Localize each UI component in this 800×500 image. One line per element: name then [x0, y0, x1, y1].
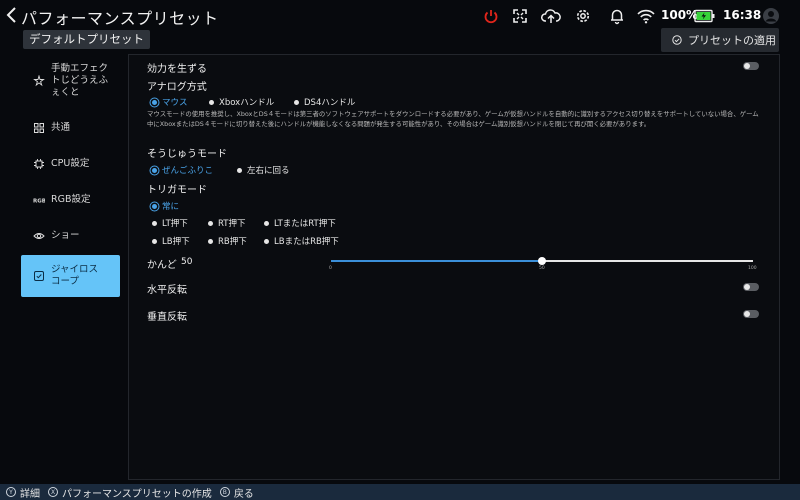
- sidebar-item-show[interactable]: ショー: [21, 223, 120, 249]
- eye-icon: [33, 233, 45, 239]
- radio-label: LBまたはRB押下: [274, 237, 339, 247]
- radio-dot: [264, 238, 269, 244]
- radio-label: 常に: [162, 202, 180, 212]
- sidebar-item-rgb[interactable]: RGB RGB設定: [21, 187, 120, 213]
- radio-dot: [208, 238, 213, 244]
- radio-dot: [152, 220, 157, 226]
- enable-toggle[interactable]: [743, 62, 759, 70]
- rgb-icon: RGB: [33, 199, 45, 205]
- radio-label: LB押下: [162, 237, 190, 247]
- analog-option-ds4[interactable]: DS4ハンドル: [294, 96, 355, 108]
- radio-dot: [152, 99, 157, 105]
- trigger-option-lb[interactable]: LB押下: [152, 235, 190, 247]
- trigger-option-rb[interactable]: RB押下: [208, 235, 247, 247]
- radio-dot: [208, 220, 213, 226]
- sidebar-item-label: CPU設定: [51, 158, 90, 169]
- footer-details[interactable]: Y 詳細: [6, 485, 40, 500]
- radio-label: 左右に回る: [247, 166, 290, 176]
- trigger-mode-title: トリガモード: [147, 185, 207, 196]
- x-button-icon: X: [48, 487, 58, 497]
- footer-bar: Y 詳細 X パフォーマンスプリセットの作成 B 戻る: [0, 484, 800, 500]
- analog-mode-description: マウスモードの使用を推奨し、XboxとDS４モードは第三者のソフトウェアサポート…: [147, 110, 759, 128]
- sensitivity-label: かんど: [147, 260, 177, 271]
- radio-label: LTまたはRT押下: [274, 219, 336, 229]
- sensitivity-slider[interactable]: [331, 257, 753, 265]
- gear-icon[interactable]: [574, 7, 592, 25]
- trigger-option-always[interactable]: 常に: [152, 200, 179, 212]
- sidebar-item-label: ジャイロスコープ: [51, 264, 99, 287]
- steer-option-front-back[interactable]: ぜんごふりこ: [152, 164, 213, 176]
- radio-label: RB押下: [218, 237, 247, 247]
- trigger-option-lb-or-rb[interactable]: LBまたはRB押下: [264, 235, 339, 247]
- sidebar-item-common[interactable]: 共通: [21, 115, 120, 141]
- sidebar-item-gyroscope[interactable]: ジャイロスコープ: [21, 255, 120, 297]
- horizontal-invert-label: 水平反転: [147, 285, 187, 296]
- sidebar-item-label: 手動エフェクトじどうえふぇくと: [51, 63, 109, 98]
- radio-dot: [152, 203, 157, 209]
- sidebar-item-label: ショー: [51, 230, 80, 241]
- b-button-icon: B: [219, 487, 230, 497]
- radio-label: マウス: [162, 98, 188, 108]
- wifi-icon: [637, 9, 655, 24]
- sensitivity-value: 50: [181, 257, 193, 267]
- radio-dot: [294, 99, 299, 105]
- sidebar-item-cpu[interactable]: CPU設定: [21, 151, 120, 177]
- analog-mode-title: アナログ方式: [147, 82, 207, 93]
- battery-percent: 100%: [661, 8, 699, 22]
- footer-label: 詳細: [20, 488, 40, 500]
- clock: 16:38: [723, 8, 762, 22]
- radio-dot: [264, 220, 269, 226]
- slider-tick-mid: 50: [539, 266, 545, 271]
- radio-dot: [152, 238, 157, 244]
- steer-option-left-right[interactable]: 左右に回る: [237, 164, 290, 176]
- footer-create-preset[interactable]: X パフォーマンスプリセットの作成: [48, 485, 212, 500]
- page-title: パフォーマンスプリセット: [21, 9, 219, 28]
- radio-label: ぜんごふりこ: [162, 166, 214, 176]
- enable-label: 効力を生ずる: [147, 64, 207, 75]
- trigger-option-lt[interactable]: LT押下: [152, 217, 188, 229]
- apply-preset-label: プリセットの適用: [688, 34, 776, 47]
- radio-dot: [152, 167, 157, 173]
- battery-icon: [694, 9, 715, 23]
- user-icon[interactable]: [762, 7, 780, 25]
- grid-icon: [34, 123, 44, 133]
- apply-preset-button[interactable]: プリセットの適用: [661, 28, 779, 52]
- sidebar-item-label: 共通: [51, 122, 71, 133]
- svg-text:RGB: RGB: [33, 199, 45, 205]
- slider-tick-min: 0: [329, 266, 332, 271]
- vertical-invert-toggle[interactable]: [743, 310, 759, 318]
- radio-label: RT押下: [218, 219, 246, 229]
- fullscreen-icon[interactable]: [511, 7, 529, 25]
- radio-dot: [209, 99, 214, 105]
- cloud-upload-icon[interactable]: [541, 7, 561, 25]
- footer-label: パフォーマンスプリセットの作成: [62, 488, 212, 500]
- radio-label: Xboxハンドル: [219, 98, 275, 108]
- sidebar-item-manual-effect[interactable]: 手動エフェクトじどうえふぇくと: [21, 58, 120, 104]
- steering-mode-title: そうじゅうモード: [147, 149, 227, 160]
- radio-label: DS4ハンドル: [304, 98, 356, 108]
- bell-icon[interactable]: [608, 7, 626, 25]
- footer-label: 戻る: [233, 488, 254, 500]
- gyroscope-icon: [34, 271, 44, 281]
- slider-thumb[interactable]: [538, 257, 546, 265]
- analog-option-xbox[interactable]: Xboxハンドル: [209, 96, 274, 108]
- footer-back[interactable]: B 戻る: [219, 485, 254, 500]
- cpu-icon: [34, 159, 44, 169]
- trigger-option-rt[interactable]: RT押下: [208, 217, 245, 229]
- slider-fill: [331, 260, 542, 262]
- preset-name-tag: デフォルトプリセット: [23, 30, 150, 49]
- radio-dot: [237, 167, 242, 173]
- back-icon[interactable]: [4, 5, 20, 25]
- analog-option-mouse[interactable]: マウス: [152, 96, 188, 108]
- manual-effect-icon: [33, 75, 45, 87]
- sidebar-item-label: RGB設定: [51, 194, 91, 205]
- y-button-icon: Y: [6, 487, 16, 497]
- slider-tick-max: 100: [748, 266, 757, 271]
- trigger-option-lt-or-rt[interactable]: LTまたはRT押下: [264, 217, 336, 229]
- vertical-invert-label: 垂直反転: [147, 312, 187, 323]
- radio-label: LT押下: [162, 219, 188, 229]
- horizontal-invert-toggle[interactable]: [743, 283, 759, 291]
- check-circle-icon: [672, 35, 682, 45]
- power-icon[interactable]: [482, 7, 500, 25]
